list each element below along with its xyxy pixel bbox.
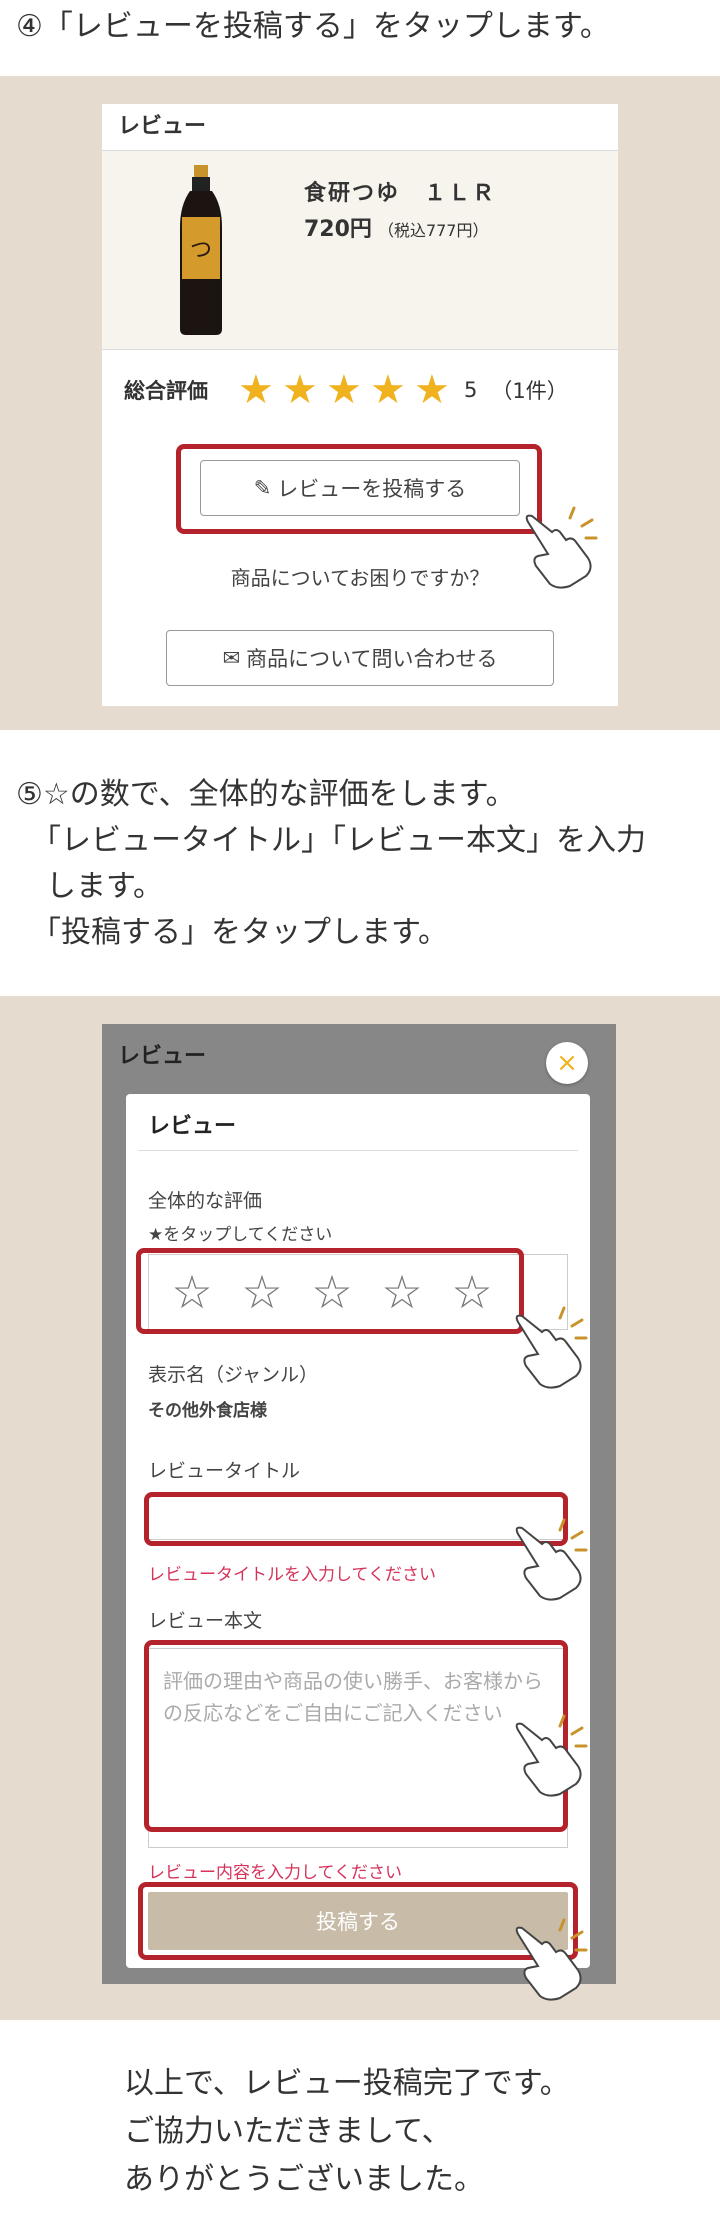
modal-title: レビュー	[148, 1114, 237, 1139]
product-summary: つ 食研つゆ １ＬＲ 720円 （税込777円）	[102, 151, 618, 350]
step-4-instruction: ④「レビューを投稿する」をタップします。	[16, 9, 610, 44]
backdrop-header: レビュー	[118, 1044, 207, 1069]
product-inquiry-label: 商品について問い合わせる	[246, 647, 498, 671]
product-bottle-image: つ	[180, 165, 222, 335]
close-icon[interactable]: ×	[546, 1042, 588, 1084]
product-price: 720円 （税込777円）	[304, 211, 488, 243]
overall-rating-label: 全体的な評価	[148, 1190, 263, 1212]
star-filled-icon: ★	[370, 367, 406, 413]
price-with-tax: （税込777円）	[377, 221, 489, 240]
rating-value: 5	[464, 378, 478, 402]
star-filled-icon: ★	[282, 367, 318, 413]
rating-label: 総合評価	[124, 379, 208, 403]
step-4-panel: レビュー つ 食研つゆ １ＬＲ 720円 （税込777円） 総合評価 ★ ★ ★ …	[0, 76, 720, 730]
star-filled-icon: ★	[414, 367, 450, 413]
svg-text:つ: つ	[190, 238, 212, 263]
product-name: 食研つゆ １ＬＲ	[304, 181, 497, 206]
review-card: レビュー つ 食研つゆ １ＬＲ 720円 （税込777円） 総合評価 ★ ★ ★ …	[102, 104, 618, 706]
display-name-value: その他外食店様	[148, 1401, 267, 1421]
mail-icon: ✉	[222, 646, 241, 670]
display-name-label: 表示名（ジャンル）	[148, 1364, 319, 1386]
tap-hand-icon	[515, 1306, 588, 1389]
review-body-label: レビュー本文	[148, 1610, 263, 1632]
highlight-write-review	[176, 444, 542, 534]
product-inquiry-button[interactable]: ✉ 商品について問い合わせる	[166, 630, 554, 686]
completion-message: 以上で、レビュー投稿完了です。 ご協力いただきまして、 ありがとうございました。	[124, 2066, 570, 2197]
tap-hand-icon	[525, 506, 598, 589]
overall-rating-row: 総合評価 ★ ★ ★ ★ ★ 5 （1件）	[124, 368, 604, 412]
tap-hand-icon	[515, 1918, 588, 2001]
review-title-error: レビュータイトルを入力してください	[148, 1565, 436, 1585]
rating-count: （1件）	[491, 379, 568, 403]
price-value: 720円	[304, 217, 372, 242]
review-title-label: レビュータイトル	[148, 1460, 301, 1482]
modal-backdrop: レビュー × レビュー 全体的な評価 ★をタップしてください ☆ ☆ ☆ ☆ ☆…	[102, 1024, 616, 1984]
card-header: レビュー	[102, 104, 618, 151]
star-filled-icon: ★	[326, 367, 362, 413]
review-body-error: レビュー内容を入力してください	[148, 1863, 402, 1883]
tap-hand-icon	[515, 1714, 588, 1797]
highlight-star-rating	[136, 1248, 524, 1334]
tap-star-hint: ★をタップしてください	[148, 1225, 333, 1245]
step-5-instruction: ⑤☆の数で、全体的な評価をします。 「レビュータイトル」「レビュー本文」を入力 …	[16, 777, 646, 950]
modal-divider	[138, 1150, 578, 1151]
tap-hand-icon	[515, 1518, 588, 1601]
rating-stars: ★ ★ ★ ★ ★	[238, 370, 454, 410]
star-filled-icon: ★	[238, 367, 274, 413]
